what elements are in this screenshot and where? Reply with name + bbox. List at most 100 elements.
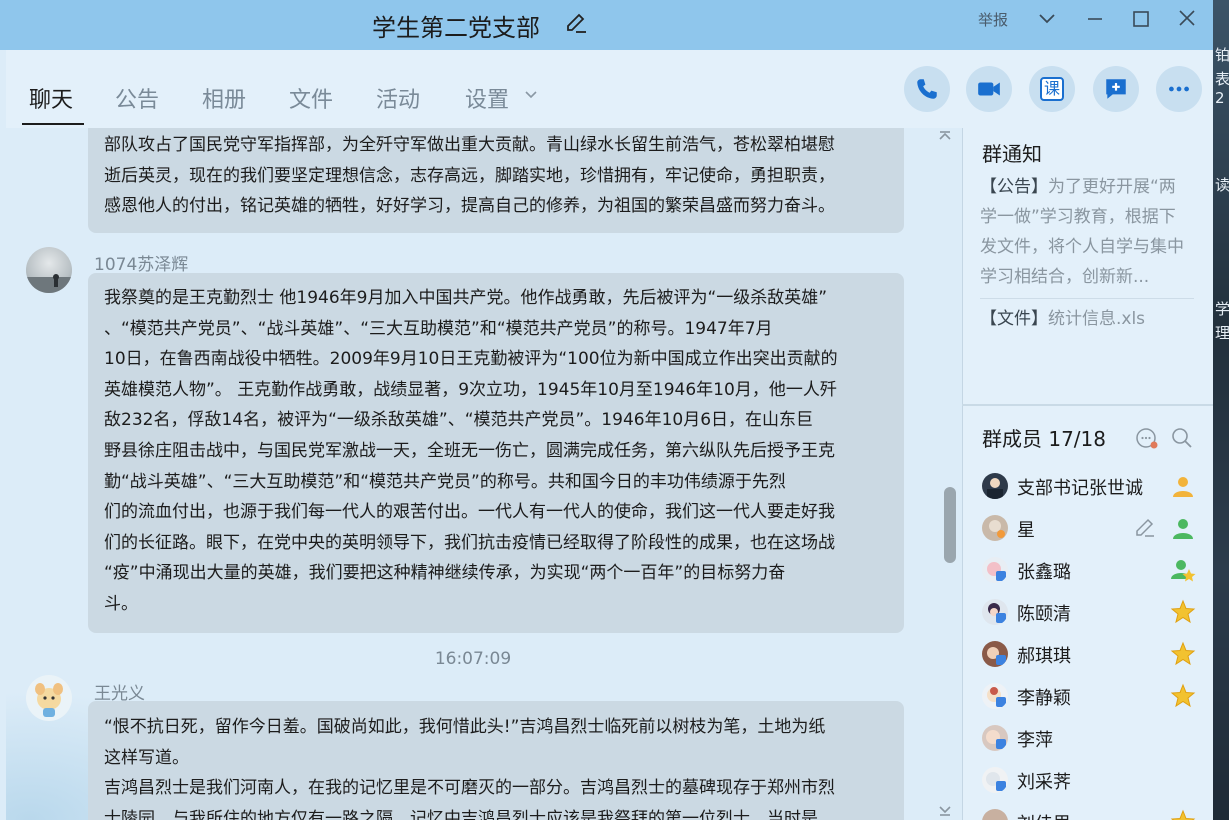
desktop-text: 表2	[1215, 70, 1229, 107]
avatar-image	[35, 683, 63, 717]
message-bubble[interactable]: 我祭奠的是王克勤烈士 他1946年9月加入中国共产党。他作战勇敢，先后被评为“一…	[88, 273, 904, 633]
chat-scrollbar-thumb[interactable]	[944, 487, 956, 563]
tab-chat[interactable]: 聊天	[29, 82, 73, 114]
avatar	[982, 557, 1008, 583]
member-item[interactable]: 星	[982, 511, 1202, 547]
group-notice-announcement[interactable]: 【公告】为了更好开展“两学一做”学习教育，根据下发文件，将个人自学与集中学习相结…	[980, 172, 1190, 292]
avatar	[982, 473, 1008, 499]
avatar-image	[987, 687, 1006, 707]
video-camera-icon	[978, 82, 1000, 96]
star-badge-icon	[1170, 599, 1196, 624]
star-badge-icon	[1170, 683, 1196, 708]
member-item[interactable]: 郝琪琪	[982, 637, 1202, 673]
avatar-image	[986, 772, 1006, 791]
search-icon[interactable]	[1170, 426, 1194, 450]
message-timestamp: 16:07:09	[434, 649, 512, 669]
message-line: 们的流血付出，也源于我们每一代人的艰苦付出。一代人有一代人的使命，我们这一代人要…	[104, 502, 835, 523]
message-bubble[interactable]: 部队攻占了国民党守军指挥部，为全歼守军做出重大贡献。青山绿水长留生前浩气，苍松翠…	[88, 128, 904, 233]
chat-area: 部队攻占了国民党守军指挥部，为全歼守军做出重大贡献。青山绿水长留生前浩气，苍松翠…	[6, 128, 940, 820]
group-chat-window: 学生第二党支部 举报 聊天 公告 相册 文件 活动 设置 课 部队攻占了国民党守…	[0, 0, 1213, 820]
message-add-icon	[1106, 79, 1126, 99]
message-bubble[interactable]: “恨不抗日死，留作今日羞。国破尚如此，我何惜此头!”吉鸿昌烈士临死前以树枝为笔，…	[88, 701, 904, 820]
report-button[interactable]: 举报	[978, 9, 1008, 30]
avatar-image	[988, 603, 1006, 623]
avatar-image	[26, 274, 72, 293]
file-tag: 【文件】	[980, 309, 1048, 329]
avatar-image	[987, 478, 1003, 499]
member-name: 星	[1017, 520, 1035, 541]
video-call-button[interactable]	[966, 66, 1012, 112]
star-badge-icon	[1170, 641, 1196, 666]
chevron-down-icon[interactable]	[522, 86, 540, 104]
member-name: 张鑫璐	[1017, 562, 1071, 583]
member-item[interactable]: 李静颖	[982, 679, 1202, 715]
divider	[962, 404, 1213, 406]
tab-activities[interactable]: 活动	[376, 82, 420, 114]
avatar-image	[987, 562, 1006, 581]
chevron-down-icon[interactable]	[1032, 6, 1062, 32]
tab-announcements[interactable]: 公告	[115, 82, 159, 114]
desktop-text: 学	[1215, 300, 1229, 318]
title-bar: 学生第二党支部 举报	[0, 0, 1213, 50]
voice-call-button[interactable]	[904, 66, 950, 112]
scroll-down-icon[interactable]	[937, 802, 953, 818]
message-line: 、“模范共产党员”、“战斗英雄”、“三大互助模范”和“模范共产党员”的称号。19…	[104, 318, 773, 339]
owner-badge-icon	[1173, 477, 1193, 497]
member-item[interactable]: 陈颐清	[982, 595, 1202, 631]
member-item[interactable]: 张鑫璐	[982, 553, 1202, 589]
avatar[interactable]	[26, 675, 72, 721]
message-line: 斗。	[104, 593, 138, 614]
close-icon[interactable]	[1172, 6, 1202, 32]
maximize-icon[interactable]	[1126, 6, 1156, 32]
member-name: 李静颖	[1017, 688, 1071, 709]
desktop-text: 读	[1215, 176, 1229, 194]
avatar	[982, 641, 1008, 667]
group-notice-title[interactable]: 群通知	[982, 138, 1042, 167]
avatar	[982, 725, 1008, 751]
new-discussion-button[interactable]	[1093, 66, 1139, 112]
avatar	[982, 515, 1008, 541]
message-line: 部队攻占了国民党守军指挥部，为全歼守军做出重大贡献。青山绿水长留生前浩气，苍松翠…	[104, 135, 835, 155]
edit-title-icon[interactable]	[564, 10, 588, 34]
message-line: 这样写道。	[104, 747, 189, 768]
phone-icon	[917, 79, 937, 99]
tab-files[interactable]: 文件	[289, 82, 333, 114]
avatar[interactable]	[26, 247, 72, 293]
message-line: 10日，在鲁西南战役中牺牲。2009年9月10日王克勤被评为“100位为新中国成…	[104, 349, 838, 370]
sender-name[interactable]: 1074苏泽辉	[94, 250, 188, 275]
message-line: 们的长征路。眼下，在党中央的英明领导下，我们抗击疫情已经取得了阶段性的成果，也在…	[104, 532, 835, 553]
member-item[interactable]: 李萍	[982, 721, 1202, 757]
star-badge-icon	[1170, 809, 1196, 820]
message-line: “恨不抗日死，留作今日羞。国破尚如此，我何惜此头!”吉鸿昌烈士临死前以树枝为笔，…	[104, 717, 826, 737]
admin-badge-icon	[1173, 519, 1193, 539]
member-item[interactable]: 刘佳思	[982, 805, 1202, 820]
minimize-icon[interactable]	[1080, 6, 1110, 32]
message-line: 吉鸿昌烈士是我们河南人，在我的记忆里是不可磨灭的一部分。吉鸿昌烈士的墓碑现存于郑…	[104, 778, 835, 799]
message-line: 逝后英灵，现在的我们要坚定理想信念，志存高远，脚踏实地，珍惜拥有，牢记使命，勇担…	[104, 165, 835, 186]
member-chat-icon[interactable]	[1135, 426, 1159, 450]
tab-album[interactable]: 相册	[202, 82, 246, 114]
course-button[interactable]: 课	[1029, 66, 1075, 112]
group-members-title: 群成员 17/18	[982, 427, 1106, 451]
more-options-button[interactable]	[1156, 66, 1202, 112]
member-item[interactable]: 刘采荠	[982, 763, 1202, 799]
message-line: 英雄模范人物”。 王克勤作战勇敢，战绩显著，9次立功，1945年10月至1946…	[104, 379, 837, 400]
avatar-image	[989, 520, 1005, 538]
group-notice-file[interactable]: 【文件】统计信息.xls	[980, 304, 1145, 329]
more-dots-icon	[1169, 86, 1189, 92]
scroll-up-icon[interactable]	[937, 128, 953, 144]
edit-icon[interactable]	[1134, 516, 1156, 538]
member-item[interactable]: 支部书记张世诚	[982, 469, 1202, 505]
announcement-tag: 【公告】	[980, 177, 1048, 197]
avatar	[982, 767, 1008, 793]
member-name: 陈颐清	[1017, 604, 1071, 625]
message-line: 野县徐庄阻击战中，与国民党军激战一天，全班无一伤亡，圆满完成任务，第六纵队先后授…	[104, 440, 835, 461]
tab-settings[interactable]: 设置	[465, 82, 509, 114]
member-name: 刘采荠	[1017, 772, 1071, 793]
avatar-image	[987, 647, 1006, 665]
desktop-text: 铂	[1215, 46, 1229, 64]
member-name: 刘佳思	[1017, 810, 1071, 820]
member-name: 支部书记张世诚	[1017, 478, 1143, 499]
avatar	[982, 809, 1008, 820]
active-tab-indicator	[22, 123, 84, 125]
